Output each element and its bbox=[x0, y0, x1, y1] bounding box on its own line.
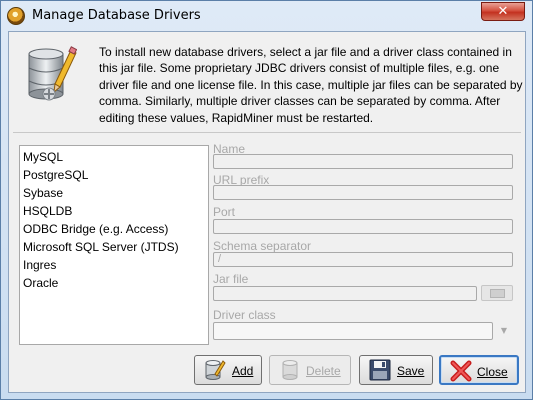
database-edit-icon bbox=[28, 46, 77, 101]
red-x-icon bbox=[450, 360, 472, 382]
close-icon: ✕ bbox=[497, 4, 509, 19]
driver-list-item[interactable]: Ingres bbox=[20, 256, 208, 274]
driver-class-value bbox=[213, 322, 493, 340]
driver-list-item[interactable]: Sybase bbox=[20, 184, 208, 202]
browse-jar-button[interactable] bbox=[481, 285, 513, 301]
save-label: Save bbox=[397, 364, 425, 378]
driver-list-item[interactable]: ODBC Bridge (e.g. Access) bbox=[20, 220, 208, 238]
driver-list-item[interactable]: MySQL bbox=[20, 148, 208, 166]
driver-list-item[interactable]: Microsoft SQL Server (JTDS) bbox=[20, 238, 208, 256]
driver-list-item[interactable]: PostgreSQL bbox=[20, 166, 208, 184]
schema-separator-field[interactable]: / bbox=[213, 252, 513, 267]
close-button[interactable]: Close bbox=[439, 355, 519, 385]
name-field[interactable] bbox=[213, 154, 513, 169]
add-label: Add bbox=[232, 364, 254, 378]
port-label: Port bbox=[213, 205, 236, 219]
title-bar[interactable]: Manage Database Drivers ✕ bbox=[1, 1, 532, 31]
jar-file-label: Jar file bbox=[213, 272, 249, 286]
separator bbox=[13, 132, 521, 133]
window-title: Manage Database Drivers bbox=[32, 8, 201, 23]
add-button[interactable]: Add bbox=[194, 355, 262, 385]
manage-database-drivers-dialog: Manage Database Drivers ✕ To install new… bbox=[0, 0, 533, 400]
port-field[interactable] bbox=[213, 219, 513, 234]
info-text: To install new database drivers, select … bbox=[99, 45, 523, 125]
delete-label: Delete bbox=[306, 364, 341, 378]
chevron-down-icon[interactable]: ▼ bbox=[495, 322, 513, 340]
floppy-disk-icon bbox=[369, 359, 391, 381]
database-add-icon bbox=[205, 360, 226, 380]
close-label: Close bbox=[477, 365, 508, 379]
driver-list-item[interactable]: HSQLDB bbox=[20, 202, 208, 220]
schema-separator-label: Schema separator bbox=[213, 239, 312, 253]
driver-list[interactable]: MySQL PostgreSQL Sybase HSQLDB ODBC Bridge (… bbox=[19, 145, 209, 345]
driver-class-label: Driver class bbox=[213, 308, 276, 322]
driver-class-combo[interactable]: ▼ bbox=[213, 322, 513, 342]
delete-button[interactable]: Delete bbox=[269, 355, 351, 385]
save-button[interactable]: Save bbox=[359, 355, 433, 385]
database-delete-icon bbox=[282, 360, 298, 380]
rapidminer-logo-icon bbox=[7, 7, 25, 25]
folder-icon bbox=[490, 289, 505, 298]
driver-list-item[interactable]: Oracle bbox=[20, 274, 208, 292]
jar-file-field[interactable] bbox=[213, 286, 477, 301]
window-close-button[interactable]: ✕ bbox=[481, 2, 525, 21]
info-panel: To install new database drivers, select … bbox=[15, 38, 523, 130]
dialog-content: To install new database drivers, select … bbox=[8, 31, 526, 393]
url-prefix-field[interactable] bbox=[213, 185, 513, 200]
